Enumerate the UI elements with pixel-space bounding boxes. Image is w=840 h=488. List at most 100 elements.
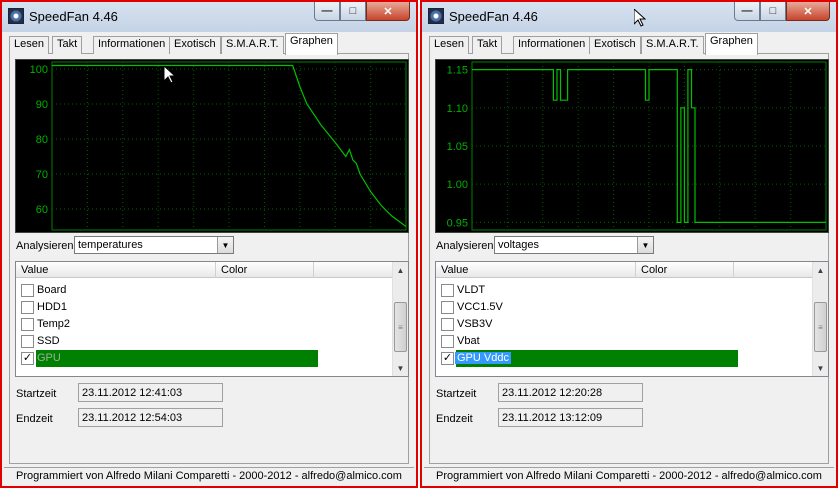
minimize-button[interactable]: — <box>314 2 340 21</box>
analyse-select[interactable]: voltages ▼ <box>494 236 654 254</box>
list-scrollbar[interactable]: ▲ ≡ ▼ <box>812 262 828 376</box>
sensor-list: Value Color Board HDD1 Temp2 SSD ✓ GPU ▲… <box>15 261 409 377</box>
title-bar[interactable]: SpeedFan 4.46 — □ ✕ <box>422 2 836 32</box>
y-tick-label: 1.00 <box>447 179 468 191</box>
tab-informationen[interactable]: Informationen <box>93 36 171 54</box>
tab-lesen[interactable]: Lesen <box>429 36 469 54</box>
y-tick-label: 70 <box>36 169 48 181</box>
column-empty-header <box>314 262 394 278</box>
scroll-thumb[interactable]: ≡ <box>814 302 827 352</box>
y-tick-label: 80 <box>36 134 48 146</box>
minimize-icon: — <box>321 5 333 17</box>
list-item-label: GPU Vddc <box>455 352 511 364</box>
y-tick-label: 1.15 <box>447 65 468 77</box>
list-item-label: Vbat <box>457 335 480 347</box>
list-item[interactable]: VSB3V <box>436 316 814 333</box>
list-item[interactable]: VLDT <box>436 282 814 299</box>
list-item-label: VCC1.5V <box>457 301 503 313</box>
scroll-down-icon[interactable]: ▼ <box>813 360 828 376</box>
close-button[interactable]: ✕ <box>366 2 410 21</box>
scroll-up-icon[interactable]: ▲ <box>813 262 828 278</box>
start-time-field: 23.11.2012 12:20:28 <box>498 383 643 402</box>
tab-exotisch[interactable]: Exotisch <box>589 36 641 54</box>
close-button[interactable]: ✕ <box>786 2 830 21</box>
y-tick-label: 1.05 <box>447 141 468 153</box>
sensor-list: Value Color VLDT VCC1.5V VSB3V Vbat ✓ GP… <box>435 261 829 377</box>
maximize-icon: □ <box>349 5 357 17</box>
list-scrollbar[interactable]: ▲ ≡ ▼ <box>392 262 408 376</box>
list-item[interactable]: Vbat <box>436 333 814 350</box>
start-time-label: Startzeit <box>436 388 477 400</box>
title-bar[interactable]: SpeedFan 4.46 — □ ✕ <box>2 2 416 32</box>
list-item-label: HDD1 <box>37 301 67 313</box>
checkbox[interactable] <box>441 318 454 331</box>
tab-takt[interactable]: Takt <box>472 36 503 54</box>
speedfan-app-icon[interactable] <box>428 8 444 24</box>
y-tick-label: 1.10 <box>447 103 468 115</box>
checkbox-checked[interactable]: ✓ <box>21 352 34 365</box>
tab-graphen[interactable]: Graphen <box>285 33 338 55</box>
list-item[interactable]: Temp2 <box>16 316 394 333</box>
end-time-field: 23.11.2012 13:12:09 <box>498 408 643 427</box>
close-icon: ✕ <box>383 5 393 18</box>
chevron-down-icon[interactable]: ▼ <box>637 237 653 253</box>
start-time-label: Startzeit <box>16 388 57 400</box>
tab-lesen[interactable]: Lesen <box>9 36 49 54</box>
checkbox[interactable] <box>441 335 454 348</box>
window-title: SpeedFan 4.46 <box>29 9 118 24</box>
tab-smart[interactable]: S.M.A.R.T. <box>221 36 284 54</box>
chevron-down-icon[interactable]: ▼ <box>217 237 233 253</box>
checkbox[interactable] <box>21 318 34 331</box>
tab-strip: Lesen Takt Informationen Exotisch S.M.A.… <box>429 33 829 55</box>
list-item[interactable]: VCC1.5V <box>436 299 814 316</box>
minimize-button[interactable]: — <box>734 2 760 21</box>
column-color-header[interactable]: Color <box>216 262 314 278</box>
y-tick-label: 100 <box>30 64 48 76</box>
start-time-field: 23.11.2012 12:41:03 <box>78 383 223 402</box>
checkbox[interactable] <box>21 301 34 314</box>
mouse-cursor-icon <box>634 9 646 27</box>
list-item-label: VSB3V <box>457 318 493 330</box>
list-item-label: SSD <box>37 335 60 347</box>
end-time-label: Endzeit <box>16 413 53 425</box>
speedfan-window-right: SpeedFan 4.46 — □ ✕ Lesen Takt Informati… <box>420 0 838 488</box>
series-color-swatch <box>36 350 318 367</box>
tab-exotisch[interactable]: Exotisch <box>169 36 221 54</box>
list-item-label: GPU <box>37 352 61 364</box>
list-header: Value Color <box>436 262 814 278</box>
maximize-button[interactable]: □ <box>340 2 366 21</box>
minimize-icon: — <box>741 5 753 17</box>
column-value-header[interactable]: Value <box>16 262 216 278</box>
list-item[interactable]: SSD <box>16 333 394 350</box>
status-bar: Programmiert von Alfredo Milani Comparet… <box>4 467 414 484</box>
tab-graphen[interactable]: Graphen <box>705 33 758 55</box>
temperature-chart-svg: 100 90 80 70 60 <box>30 61 407 231</box>
checkbox[interactable] <box>441 284 454 297</box>
end-time-field: 23.11.2012 12:54:03 <box>78 408 223 427</box>
list-item[interactable]: Board <box>16 282 394 299</box>
column-value-header[interactable]: Value <box>436 262 636 278</box>
analyse-select[interactable]: temperatures ▼ <box>74 236 234 254</box>
analyse-select-value: temperatures <box>78 239 143 251</box>
list-item-selected[interactable]: ✓ GPU <box>16 350 394 367</box>
speedfan-app-icon[interactable] <box>8 8 24 24</box>
tab-smart[interactable]: S.M.A.R.T. <box>641 36 704 54</box>
analyse-select-value: voltages <box>498 239 539 251</box>
graph-panel: 100 90 80 70 60 Analysieren temperatures ▼ V… <box>9 54 409 464</box>
tab-informationen[interactable]: Informationen <box>513 36 591 54</box>
checkbox[interactable] <box>441 301 454 314</box>
temperature-graph: 100 90 80 70 60 <box>15 59 409 233</box>
checkbox[interactable] <box>21 284 34 297</box>
scroll-thumb[interactable]: ≡ <box>394 302 407 352</box>
checkbox-checked[interactable]: ✓ <box>441 352 454 365</box>
graph-panel: 1.15 1.10 1.05 1.00 0.95 Analysieren voltage… <box>429 54 829 464</box>
list-item[interactable]: HDD1 <box>16 299 394 316</box>
maximize-button[interactable]: □ <box>760 2 786 21</box>
list-item-selected[interactable]: ✓ GPU Vddc <box>436 350 814 367</box>
column-color-header[interactable]: Color <box>636 262 734 278</box>
checkbox[interactable] <box>21 335 34 348</box>
mouse-cursor-icon <box>164 66 176 84</box>
tab-takt[interactable]: Takt <box>52 36 83 54</box>
scroll-up-icon[interactable]: ▲ <box>393 262 408 278</box>
scroll-down-icon[interactable]: ▼ <box>393 360 408 376</box>
